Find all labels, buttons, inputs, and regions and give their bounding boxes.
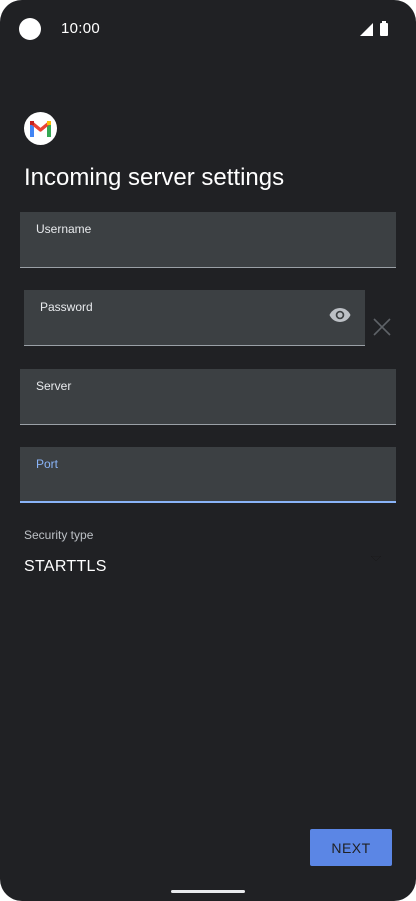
next-button[interactable]: NEXT	[310, 829, 392, 866]
username-field[interactable]: Username	[20, 212, 396, 268]
server-label: Server	[36, 379, 72, 393]
page-title: Incoming server settings	[24, 164, 285, 191]
security-type-select[interactable]: STARTTLS	[24, 558, 107, 576]
status-time: 10:00	[61, 20, 101, 37]
port-label: Port	[36, 457, 59, 471]
gmail-logo	[24, 112, 57, 145]
clear-icon[interactable]	[373, 318, 391, 336]
gmail-logo-icon	[30, 121, 51, 137]
dropdown-arrow-icon[interactable]	[371, 556, 381, 562]
password-label: Password	[40, 300, 93, 314]
port-field[interactable]: Port	[20, 447, 396, 503]
navigation-handle[interactable]	[171, 890, 245, 893]
server-field[interactable]: Server	[20, 369, 396, 425]
password-field[interactable]: Password	[24, 290, 365, 346]
security-type-label: Security type	[24, 528, 94, 542]
battery-icon	[380, 21, 388, 36]
status-bar: 10:00	[0, 0, 416, 58]
visibility-eye-icon[interactable]	[329, 307, 351, 323]
phone-screen: 10:00 Incoming server settings Username …	[0, 0, 416, 901]
username-label: Username	[36, 222, 92, 236]
camera-cutout	[19, 18, 41, 40]
signal-icon	[360, 23, 373, 36]
